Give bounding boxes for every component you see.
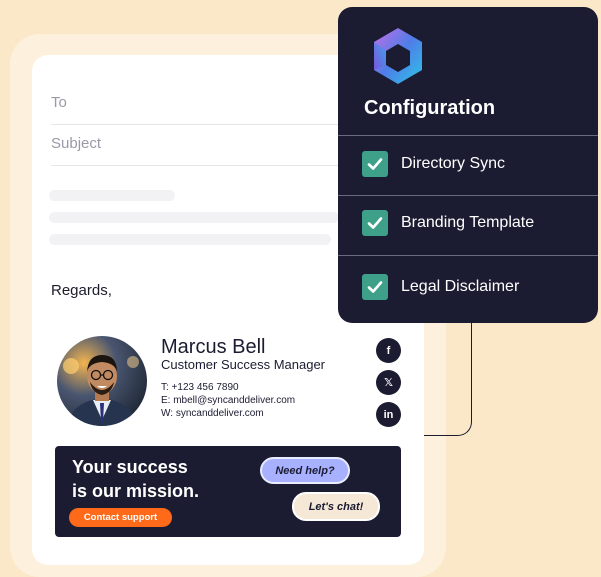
divider [338, 195, 598, 196]
config-item-branding-template[interactable]: Branding Template [362, 210, 534, 236]
body-placeholder-line [49, 190, 175, 201]
signature-email[interactable]: E: mbell@syncanddeliver.com [161, 395, 295, 406]
connector-line [424, 320, 472, 436]
linkedin-icon[interactable]: in [376, 402, 401, 427]
config-item-label: Legal Disclaimer [401, 278, 520, 295]
avatar [57, 336, 147, 426]
body-placeholder-line [49, 212, 339, 223]
to-field-underline [51, 124, 371, 125]
signature-website[interactable]: W: syncanddeliver.com [161, 408, 264, 419]
to-field[interactable]: To [51, 94, 67, 111]
subject-field[interactable]: Subject [51, 135, 101, 152]
checkbox-checked-icon[interactable] [362, 151, 388, 177]
divider [338, 135, 598, 136]
lets-chat-bubble[interactable]: Let's chat! [292, 492, 380, 521]
banner-headline-line1: Your success [72, 457, 188, 477]
config-item-directory-sync[interactable]: Directory Sync [362, 151, 505, 177]
facebook-icon[interactable]: f [376, 338, 401, 363]
config-item-label: Directory Sync [401, 155, 506, 172]
x-icon[interactable]: 𝕏 [376, 370, 401, 395]
configuration-panel: Configuration Directory Sync Branding Te… [338, 7, 598, 323]
config-title: Configuration [364, 97, 496, 119]
config-item-legal-disclaimer[interactable]: Legal Disclaimer [362, 274, 519, 300]
subject-field-underline [51, 165, 371, 166]
banner-headline-line2: is our mission. [72, 481, 200, 501]
signature-title: Customer Success Manager [161, 357, 326, 372]
microsoft-365-logo-icon [366, 24, 430, 88]
email-closing: Regards, [51, 282, 112, 299]
signature-banner: Your success is our mission. Contact sup… [55, 446, 401, 537]
contact-support-button[interactable]: Contact support [69, 508, 172, 527]
config-item-label: Branding Template [401, 214, 535, 231]
divider [338, 255, 598, 256]
checkbox-checked-icon[interactable] [362, 274, 388, 300]
signature-name: Marcus Bell [161, 336, 266, 358]
body-placeholder-line [49, 234, 331, 245]
signature-phone: T: +123 456 7890 [161, 382, 239, 393]
checkbox-checked-icon[interactable] [362, 210, 388, 236]
need-help-bubble[interactable]: Need help? [260, 457, 350, 484]
